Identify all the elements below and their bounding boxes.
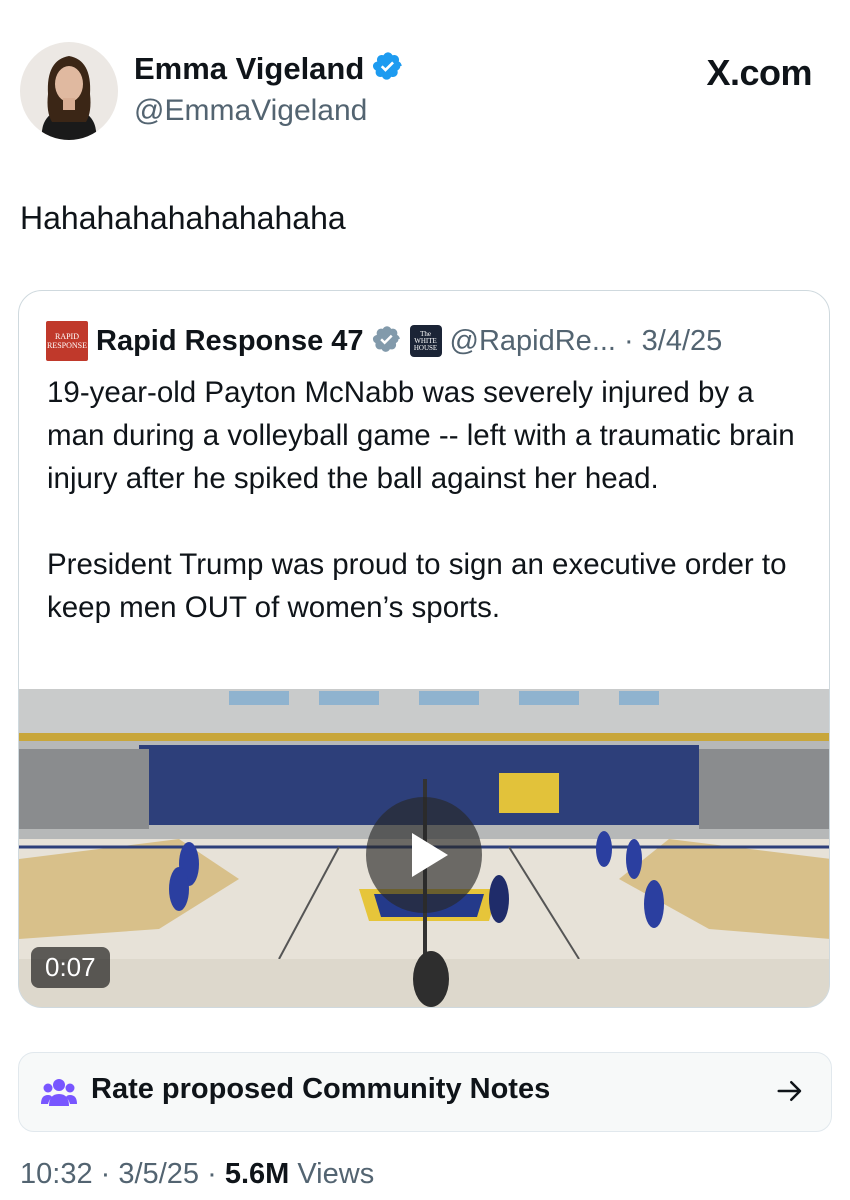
author-name-row: Emma Vigeland: [134, 50, 404, 87]
affiliate-badge-line-3: HOUSE: [413, 343, 438, 352]
author-handle[interactable]: @EmmaVigeland: [134, 94, 367, 128]
logo-text-line-2: RESPONSE: [46, 341, 87, 350]
community-notes-label: Rate proposed Community Notes: [91, 1073, 551, 1105]
logo-text-line-1: RAPID: [54, 332, 79, 341]
quoted-tweet-card[interactable]: RAPID RESPONSE Rapid Response 47 The WHI…: [18, 290, 830, 1008]
quoted-separator: ·: [623, 324, 634, 357]
white-house-affiliate-badge[interactable]: The WHITE HOUSE: [409, 325, 442, 357]
avatar-image: [20, 42, 118, 140]
quoted-handle[interactable]: @RapidRe...: [450, 325, 616, 358]
play-button[interactable]: [366, 797, 482, 913]
quoted-account-name[interactable]: Rapid Response 47: [96, 325, 364, 358]
quoted-tweet-body: 19-year-old Payton McNabb was severely i…: [47, 376, 795, 624]
verified-badge-icon: [372, 50, 404, 87]
video-duration: 0:07: [31, 947, 110, 988]
arrow-right-icon: [775, 1076, 805, 1111]
quoted-date[interactable]: 3/4/25: [642, 325, 723, 358]
views-label: Views: [297, 1158, 375, 1190]
tweet-text: Hahahahahahahahaha: [20, 200, 346, 236]
tweet-time[interactable]: 10:32: [20, 1158, 93, 1190]
rapid-response-logo[interactable]: RAPID RESPONSE: [46, 321, 88, 361]
site-label: X.com: [706, 52, 812, 93]
author-display-name[interactable]: Emma Vigeland: [134, 51, 364, 87]
community-notes-button[interactable]: Rate proposed Community Notes: [18, 1052, 832, 1132]
views-count: 5.6M: [224, 1158, 290, 1190]
verified-badge-icon: [372, 324, 402, 359]
play-icon: [412, 833, 448, 877]
meta-separator: ·: [100, 1158, 111, 1190]
author-avatar[interactable]: [20, 42, 118, 140]
tweet-meta: 10:32 · 3/5/25 · 5.6M Views: [20, 1158, 374, 1191]
quoted-tweet-header: RAPID RESPONSE Rapid Response 47 The WHI…: [46, 321, 722, 361]
video-player[interactable]: 0:07: [19, 689, 829, 1007]
community-notes-icon: [41, 1076, 77, 1113]
meta-separator: ·: [207, 1158, 217, 1190]
tweet-date[interactable]: 3/5/25: [118, 1158, 199, 1190]
